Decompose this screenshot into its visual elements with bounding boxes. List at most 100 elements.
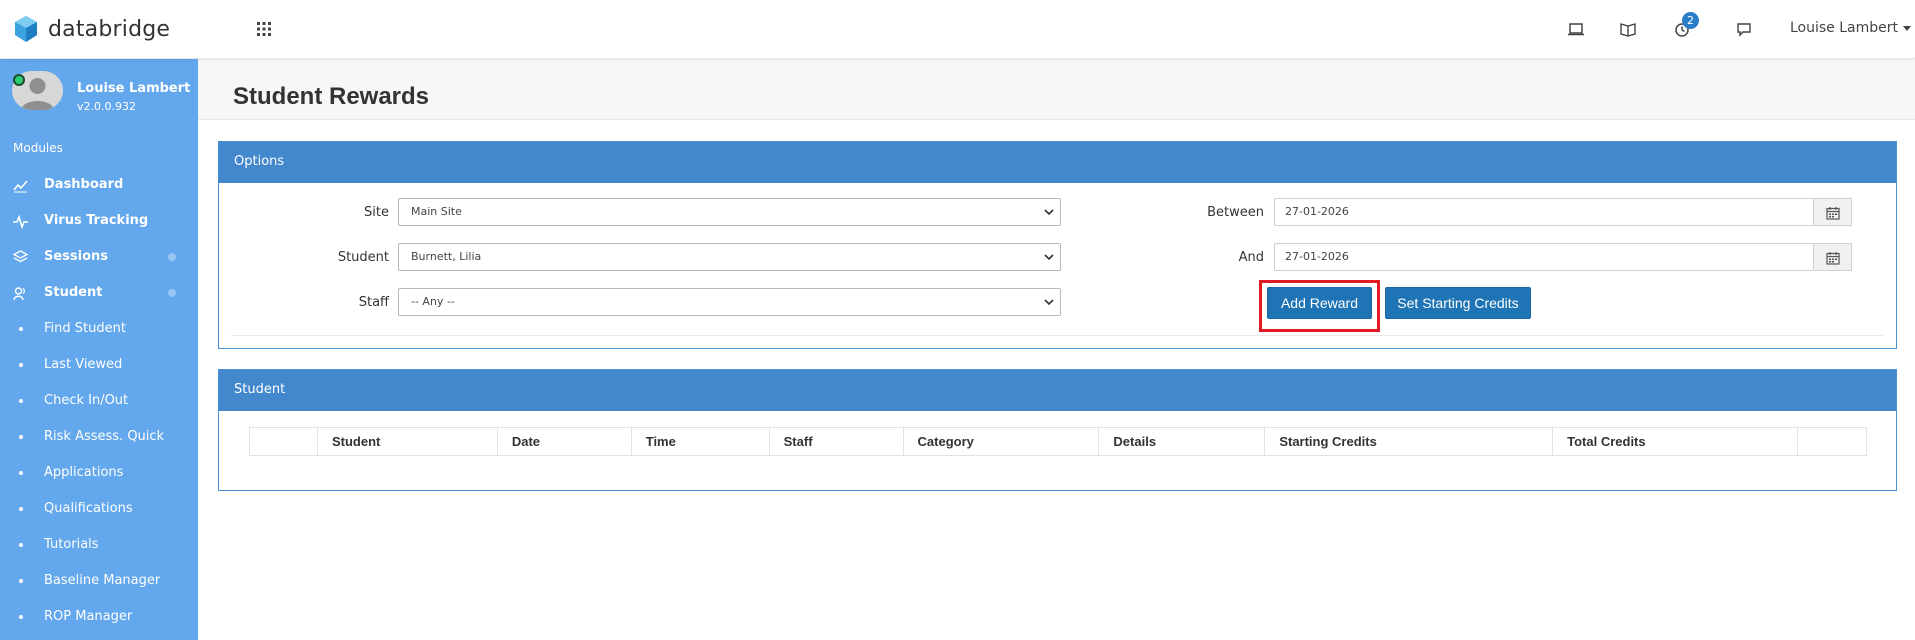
- between-calendar-button[interactable]: [1814, 198, 1852, 226]
- column-header-actions: [1796, 427, 1868, 456]
- user-menu-name: Louise Lambert: [1790, 20, 1899, 36]
- sidebar-subitem-check-in-out[interactable]: Check In/Out: [0, 383, 198, 419]
- clock-icon[interactable]: 2: [1672, 12, 1699, 39]
- chevron-down-icon: [1044, 209, 1054, 216]
- sidebar-subitem-label: Baseline Manager: [44, 573, 161, 588]
- sidebar-subitem-label: Find Student: [44, 321, 126, 336]
- chevron-down-icon: [1044, 254, 1054, 261]
- sidebar-item-label: Student: [44, 285, 103, 300]
- sidebar-item-student[interactable]: Student: [0, 275, 198, 311]
- page-title: Student Rewards: [233, 83, 430, 110]
- sidebar-subitem-rop-manager[interactable]: ROP Manager: [0, 599, 198, 635]
- sidebar-subitem-label: Check In/Out: [44, 393, 129, 408]
- laptop-icon[interactable]: [1566, 19, 1586, 39]
- set-starting-credits-button[interactable]: Set Starting Credits: [1385, 287, 1531, 319]
- bullet-icon: [19, 435, 23, 439]
- bullet-icon: [19, 579, 23, 583]
- sidebar-subitem-label: Tutorials: [44, 537, 99, 552]
- between-date-value: 27-01-2026: [1285, 205, 1349, 218]
- site-select-value: Main Site: [411, 205, 462, 218]
- calendar-icon: [1826, 207, 1840, 220]
- main-content: Student Rewards Options Site Main Site S…: [198, 59, 1915, 640]
- between-date-input[interactable]: 27-01-2026: [1274, 198, 1814, 226]
- bullet-icon: [19, 615, 23, 619]
- online-status-icon: [13, 74, 25, 86]
- staff-label: Staff: [358, 295, 389, 310]
- profile-name: Louise Lambert: [77, 81, 191, 96]
- and-date-value: 27-01-2026: [1285, 250, 1349, 263]
- add-reward-button[interactable]: Add Reward: [1267, 287, 1372, 319]
- column-header-details[interactable]: Details: [1098, 427, 1266, 456]
- bullet-icon: [19, 471, 23, 475]
- panel-divider: [231, 335, 1884, 336]
- book-icon[interactable]: [1618, 19, 1638, 39]
- and-date-input[interactable]: 27-01-2026: [1274, 243, 1814, 271]
- sidebar-subitem-label: ROP Manager: [44, 609, 133, 624]
- modules-heading: Modules: [13, 141, 63, 155]
- caret-down-icon: [1903, 25, 1912, 31]
- column-header-date[interactable]: Date: [496, 427, 632, 456]
- chat-icon[interactable]: [1734, 19, 1754, 39]
- chevron-down-icon: [1044, 299, 1054, 306]
- between-label: Between: [1207, 205, 1264, 220]
- student-label: Student: [337, 250, 389, 265]
- sidebar-subitem-risk-assess-quick[interactable]: Risk Assess. Quick: [0, 419, 198, 455]
- calendar-icon: [1826, 252, 1840, 265]
- bullet-icon: [19, 507, 23, 511]
- options-panel: Options Site Main Site Student Burnett, …: [218, 141, 1897, 349]
- and-label: And: [1238, 250, 1264, 265]
- staff-select[interactable]: -- Any --: [398, 288, 1061, 316]
- sidebar-nav: Dashboard Virus Tracking Sessions Studen…: [0, 167, 198, 635]
- sidebar-subitem-find-student[interactable]: Find Student: [0, 311, 198, 347]
- user-menu[interactable]: Louise Lambert: [1790, 20, 1912, 36]
- sidebar-item-virus-tracking[interactable]: Virus Tracking: [0, 203, 198, 239]
- site-label: Site: [364, 205, 389, 220]
- databridge-logo-icon: [15, 16, 37, 42]
- sidebar-subitem-applications[interactable]: Applications: [0, 455, 198, 491]
- site-select[interactable]: Main Site: [398, 198, 1061, 226]
- layers-icon: [13, 250, 28, 263]
- student-select-value: Burnett, Lilia: [411, 250, 482, 263]
- chart-line-icon: [13, 180, 28, 193]
- apps-grid-icon[interactable]: [254, 19, 274, 39]
- sidebar-item-dashboard[interactable]: Dashboard: [0, 167, 198, 203]
- sidebar: Louise Lambert v2.0.0.932 Modules Dashbo…: [0, 59, 198, 640]
- sidebar-subitem-last-viewed[interactable]: Last Viewed: [0, 347, 198, 383]
- column-header-select: [249, 427, 318, 456]
- column-header-starting-credits[interactable]: Starting Credits: [1264, 427, 1554, 456]
- bullet-icon: [19, 327, 23, 331]
- expand-indicator-icon: [168, 253, 176, 261]
- sidebar-subitem-label: Risk Assess. Quick: [44, 429, 165, 444]
- sidebar-item-sessions[interactable]: Sessions: [0, 239, 198, 275]
- top-bar: databridge 2 Louise Lambert: [0, 0, 1915, 59]
- notification-badge: 2: [1682, 12, 1699, 29]
- student-select[interactable]: Burnett, Lilia: [398, 243, 1061, 271]
- and-calendar-button[interactable]: [1814, 243, 1852, 271]
- column-header-student[interactable]: Student: [316, 427, 498, 456]
- bullet-icon: [19, 543, 23, 547]
- sidebar-item-label: Sessions: [44, 249, 109, 264]
- options-panel-heading: Options: [219, 142, 1896, 183]
- sidebar-item-label: Virus Tracking: [44, 213, 149, 228]
- users-icon: [13, 287, 25, 301]
- student-results-panel: Student Student Date Time Staff Category…: [218, 369, 1897, 491]
- brand[interactable]: databridge: [14, 15, 170, 43]
- column-header-category[interactable]: Category: [902, 427, 1100, 456]
- rewards-table: Student Date Time Staff Category Details…: [249, 427, 1868, 456]
- bullet-icon: [19, 399, 23, 403]
- sidebar-item-label: Dashboard: [44, 177, 124, 192]
- staff-select-value: -- Any --: [411, 295, 455, 308]
- sidebar-subitem-label: Last Viewed: [44, 357, 123, 372]
- sidebar-subitem-baseline-manager[interactable]: Baseline Manager: [0, 563, 198, 599]
- brand-name: databridge: [48, 16, 171, 42]
- sidebar-subitem-qualifications[interactable]: Qualifications: [0, 491, 198, 527]
- column-header-time[interactable]: Time: [630, 427, 770, 456]
- sidebar-subitem-label: Applications: [44, 465, 124, 480]
- column-header-staff[interactable]: Staff: [768, 427, 904, 456]
- app-version: v2.0.0.932: [77, 100, 136, 113]
- table-header-row: Student Date Time Staff Category Details…: [249, 427, 1868, 456]
- page-header: Student Rewards: [198, 59, 1915, 120]
- column-header-total-credits[interactable]: Total Credits: [1552, 427, 1798, 456]
- pulse-icon: [13, 214, 28, 229]
- sidebar-subitem-tutorials[interactable]: Tutorials: [0, 527, 198, 563]
